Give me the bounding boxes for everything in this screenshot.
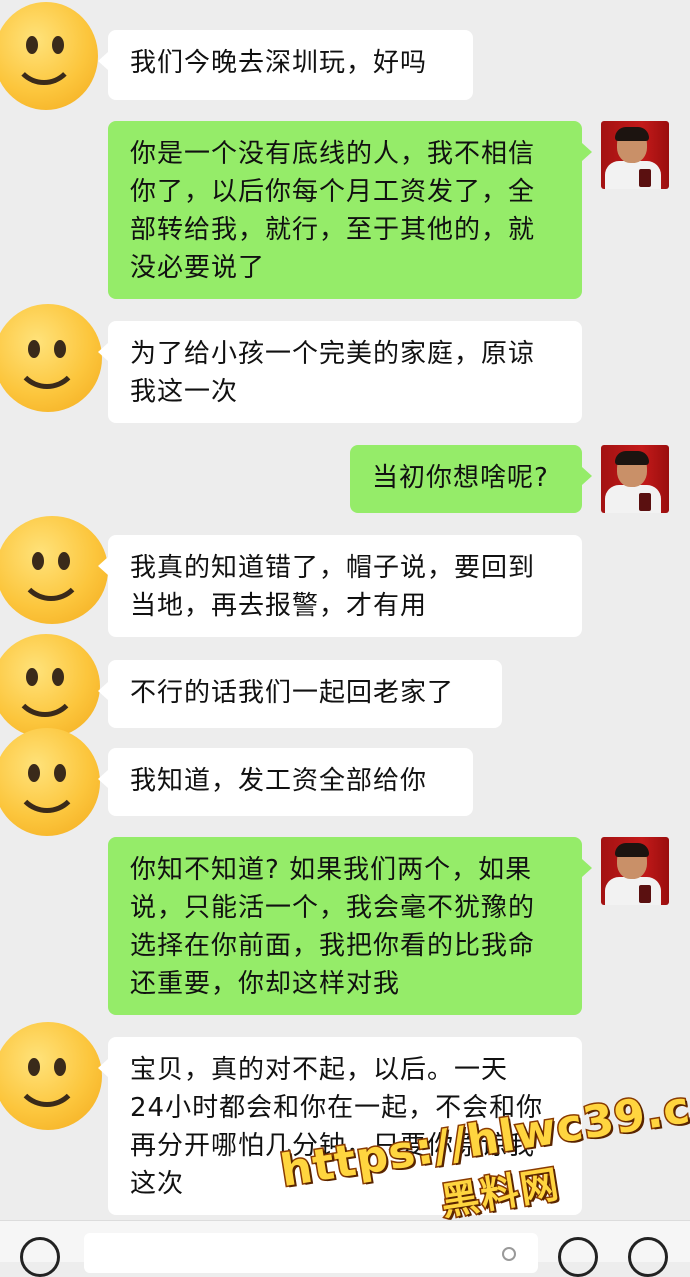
avatar-hair (615, 127, 649, 141)
message-input[interactable] (84, 1233, 538, 1273)
message-bubble-incoming[interactable]: 我真的知道错了，帽子说，要回到 当地，再去报警，才有用 (98, 535, 582, 637)
avatar-phone (639, 885, 651, 903)
smiley-emoji-avatar[interactable] (0, 1022, 102, 1130)
input-cursor-icon (502, 1247, 516, 1261)
avatar-hair (615, 843, 649, 857)
user-photo-avatar[interactable] (601, 121, 669, 189)
smiley-emoji-avatar[interactable] (0, 304, 102, 412)
avatar-phone (639, 169, 651, 187)
message-bubble-incoming[interactable]: 我知道，发工资全部给你 (98, 748, 473, 816)
emoji-icon[interactable] (558, 1237, 598, 1277)
message-bubble-incoming[interactable]: 不行的话我们一起回老家了 (98, 660, 502, 728)
smiley-emoji-avatar[interactable] (0, 634, 100, 738)
message-bubble-incoming[interactable]: 为了给小孩一个完美的家庭，原谅 我这一次 (98, 321, 582, 423)
smiley-emoji-avatar[interactable] (0, 2, 98, 110)
avatar-mouth (18, 568, 84, 601)
plus-icon[interactable] (628, 1237, 668, 1277)
smiley-emoji-avatar[interactable] (0, 728, 100, 836)
voice-icon[interactable] (20, 1237, 60, 1277)
message-bubble-outgoing[interactable]: 你知不知道? 如果我们两个，如果 说，只能活一个，我会毫不犹豫的 选择在你前面，… (108, 837, 592, 1015)
avatar-shirt (605, 877, 661, 905)
user-photo-avatar[interactable] (601, 445, 669, 513)
avatar-mouth (14, 1074, 80, 1107)
user-photo-avatar[interactable] (601, 837, 669, 905)
smiley-emoji-avatar[interactable] (0, 516, 108, 624)
message-bubble-outgoing[interactable]: 你是一个没有底线的人，我不相信 你了，以后你每个月工资发了，全 部转给我，就行，… (108, 121, 592, 299)
avatar-mouth (14, 356, 80, 389)
input-bar (0, 1220, 690, 1277)
avatar-mouth (12, 52, 76, 85)
avatar-hair (615, 451, 649, 465)
chat-message-list[interactable]: 我们今晚去深圳玩，好吗 你是一个没有底线的人，我不相信 你了，以后你每个月工资发… (0, 0, 690, 1220)
message-bubble-incoming[interactable]: 我们今晚去深圳玩，好吗 (98, 30, 473, 100)
avatar-shirt (605, 485, 661, 513)
avatar-mouth (14, 780, 80, 813)
avatar-shirt (605, 161, 661, 189)
avatar-mouth (12, 684, 78, 717)
message-bubble-outgoing[interactable]: 当初你想啥呢? (350, 445, 592, 513)
avatar-phone (639, 493, 651, 511)
